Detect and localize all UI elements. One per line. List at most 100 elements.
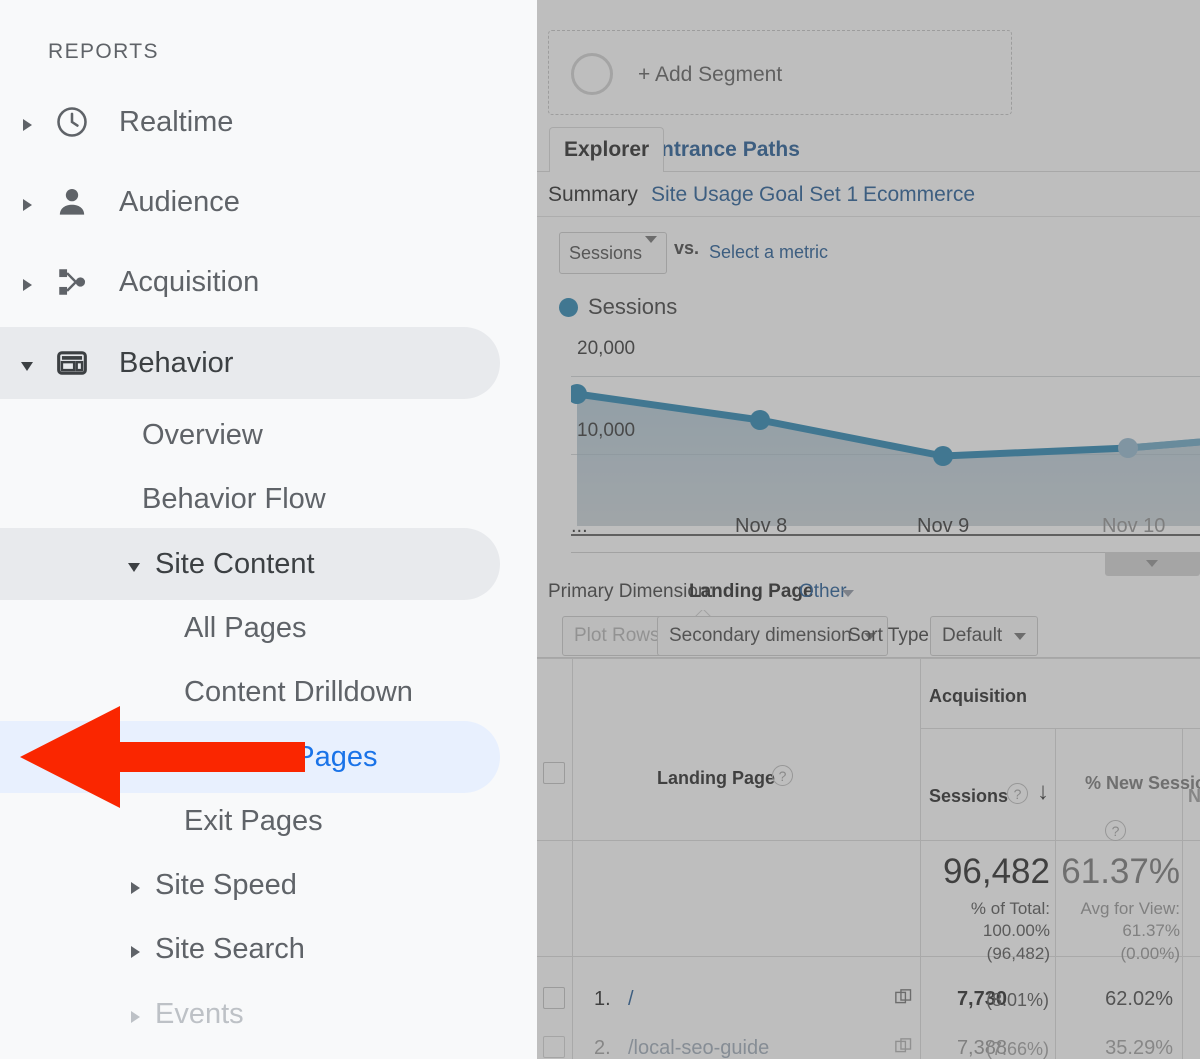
sidebar-item-behavior-flow[interactable]: Behavior Flow xyxy=(0,463,500,535)
sidebar-item-label: Acquisition xyxy=(119,266,260,298)
plot-rows-button[interactable]: Plot Rows xyxy=(562,616,672,656)
sidebar-item-label: Site Speed xyxy=(155,869,297,901)
row-sessions-pct: (7.66%) xyxy=(985,1039,1049,1059)
chart-plot-area xyxy=(571,350,1200,534)
chevron-right-icon[interactable] xyxy=(23,119,32,131)
primary-dimension-value[interactable]: Landing Page xyxy=(689,581,814,603)
subtab-site-usage[interactable]: Site Usage xyxy=(651,172,754,217)
chevron-down-icon[interactable] xyxy=(21,362,33,371)
subtab-goal-set-1[interactable]: Goal Set 1 xyxy=(759,172,858,217)
row-landing-page[interactable]: / xyxy=(628,988,634,1011)
table-group-header-acquisition: Acquisition xyxy=(929,686,1027,706)
report-main-panel: + Add Segment Explorer Entrance Paths Su… xyxy=(537,0,1200,1059)
legend-label: Sessions xyxy=(588,294,678,319)
open-external-icon[interactable] xyxy=(895,1038,912,1055)
tab-entrance-paths[interactable]: Entrance Paths xyxy=(647,127,800,172)
sidebar-item-events[interactable]: Events xyxy=(0,978,500,1050)
sidebar-item-site-content[interactable]: Site Content xyxy=(0,528,500,600)
sort-descending-icon[interactable]: ↓ xyxy=(1037,780,1049,804)
subtab-summary[interactable]: Summary xyxy=(548,172,638,217)
primary-dimension-row: Primary Dimension: Landing Page Other xyxy=(537,578,1200,610)
chevron-right-icon[interactable] xyxy=(23,279,32,291)
sidebar-item-label: All Pages xyxy=(184,612,307,644)
select-all-checkbox[interactable] xyxy=(543,762,565,784)
x-tick-label: ... xyxy=(571,515,588,537)
analytics-screen: REPORTS Realtime Audience Acquisition Be… xyxy=(0,0,1200,1059)
column-header-landing-page[interactable]: Landing Page xyxy=(657,768,775,789)
table-row-divider xyxy=(537,840,1200,841)
sort-type-value: Default xyxy=(942,625,1003,646)
sidebar-item-acquisition[interactable]: Acquisition xyxy=(0,246,500,318)
primary-dimension-other[interactable]: Other xyxy=(799,581,847,603)
table-column-divider xyxy=(572,658,573,840)
x-tick-label: Nov 8 xyxy=(735,515,788,537)
chevron-down-icon xyxy=(645,235,657,264)
sidebar-item-all-pages[interactable]: All Pages xyxy=(0,592,500,664)
table-controls-row: Plot Rows Secondary dimension Sort Type:… xyxy=(537,616,1200,658)
sort-type-select[interactable]: Default xyxy=(930,616,1039,656)
help-icon[interactable]: ? xyxy=(1105,820,1126,841)
open-external-icon[interactable] xyxy=(895,989,912,1006)
table-column-divider xyxy=(1055,840,1056,1059)
chevron-right-icon[interactable] xyxy=(131,1011,140,1023)
chevron-right-icon[interactable] xyxy=(131,882,140,894)
metric-selector-value: Sessions xyxy=(569,242,643,263)
subtab-ecommerce[interactable]: Ecommerce xyxy=(863,172,975,217)
sidebar-item-overview[interactable]: Overview xyxy=(0,399,500,471)
summary-new-sessions-detail: Avg for View: 61.37% (0.00%) xyxy=(1080,899,1180,963)
sidebar-item-realtime[interactable]: Realtime xyxy=(0,86,500,158)
sessions-line-chart[interactable]: 20,000 10,000 ... Nov 8 Nov 9 Nov 10 xyxy=(537,330,1200,576)
x-tick-label: Nov 10 xyxy=(1102,515,1166,537)
chevron-down-icon[interactable] xyxy=(128,563,140,572)
sort-type-label: Sort Type: xyxy=(848,625,935,646)
row-landing-page[interactable]: /local-seo-guide xyxy=(628,1037,769,1059)
y-tick-label: 10,000 xyxy=(577,420,636,441)
legend-color-dot-icon xyxy=(559,298,578,317)
vs-label: vs. xyxy=(674,238,700,258)
sidebar-item-audience[interactable]: Audience xyxy=(0,166,500,238)
page-layout-icon xyxy=(52,343,92,383)
reports-sidebar: REPORTS Realtime Audience Acquisition Be… xyxy=(0,0,537,1059)
row-checkbox[interactable] xyxy=(543,1036,565,1058)
sidebar-item-label: Events xyxy=(155,998,244,1030)
row-index: 2. xyxy=(594,1037,611,1059)
select-a-metric-link[interactable]: Select a metric xyxy=(709,242,828,263)
table-column-divider xyxy=(920,840,921,1059)
add-segment-label: + Add Segment xyxy=(638,63,783,86)
sidebar-item-site-speed[interactable]: Site Speed xyxy=(0,849,500,921)
table-row-divider xyxy=(920,728,1200,729)
sidebar-item-label: Realtime xyxy=(119,106,234,138)
sidebar-item-label: Behavior Flow xyxy=(142,483,326,515)
column-header-new-sessions[interactable]: % New Sessions xyxy=(1085,772,1200,795)
segment-avatar-circle-icon xyxy=(571,53,613,95)
add-segment-box[interactable]: + Add Segment xyxy=(548,30,1012,115)
chevron-right-icon[interactable] xyxy=(131,946,140,958)
column-header-sessions[interactable]: Sessions xyxy=(929,786,1008,807)
report-subtabbar: Summary Site Usage Goal Set 1 Ecommerce xyxy=(537,172,1200,217)
help-icon[interactable]: ? xyxy=(772,765,793,786)
sidebar-section-label: REPORTS xyxy=(48,40,159,63)
explorer-tabbar: Explorer Entrance Paths xyxy=(537,127,1200,172)
landing-pages-table: Acquisition Landing Page ? Sessions ? ↓ … xyxy=(537,658,1200,1059)
sidebar-item-site-search[interactable]: Site Search xyxy=(0,913,500,985)
chevron-right-icon[interactable] xyxy=(23,199,32,211)
column-header-new-users[interactable]: N xyxy=(1188,786,1200,807)
metric-selector[interactable]: Sessions xyxy=(559,232,667,274)
secondary-dimension-label: Secondary dimension xyxy=(669,625,852,646)
chevron-down-icon xyxy=(1014,632,1027,640)
row-new-sessions: 62.02% xyxy=(1105,988,1173,1010)
annotation-arrow-icon xyxy=(20,706,305,808)
chart-scroll-handle[interactable] xyxy=(1105,552,1200,576)
sidebar-item-label: Behavior xyxy=(119,347,234,379)
summary-sessions-detail: % of Total: 100.00% (96,482) xyxy=(970,899,1050,963)
table-column-divider xyxy=(1055,728,1056,840)
sidebar-item-label: Site Content xyxy=(155,548,315,580)
table-row-divider xyxy=(537,658,1200,659)
row-checkbox[interactable] xyxy=(543,987,565,1009)
tab-explorer[interactable]: Explorer xyxy=(549,127,665,172)
chevron-down-icon[interactable] xyxy=(842,590,854,597)
sidebar-item-behavior[interactable]: Behavior xyxy=(0,327,500,399)
help-icon[interactable]: ? xyxy=(1007,783,1028,804)
row-index: 1. xyxy=(594,988,611,1010)
person-icon xyxy=(52,182,92,222)
